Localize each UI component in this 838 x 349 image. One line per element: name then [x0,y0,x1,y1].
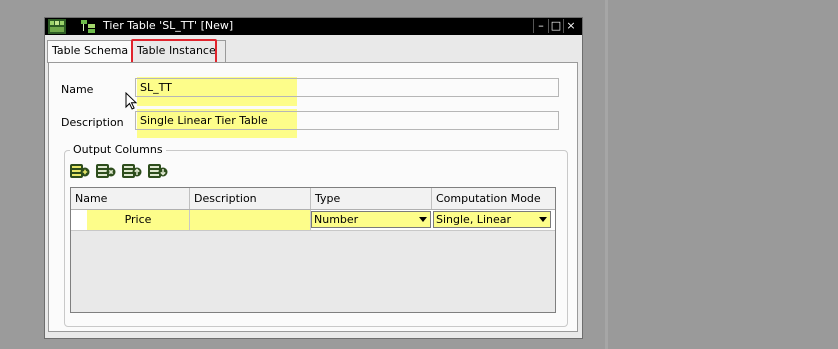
name-field[interactable]: SL_TT [135,78,559,97]
tier-table-icon [81,20,95,33]
columns-toolbar [70,163,168,181]
chevron-down-icon[interactable] [536,212,550,227]
close-button[interactable]: × [563,19,578,33]
output-columns-grid: Name Description Type Computation Mode P… [70,187,556,313]
col-header-description[interactable]: Description [190,188,311,209]
col-header-name[interactable]: Name [71,188,190,209]
background-panel [605,0,838,349]
description-label: Description [61,116,124,129]
title-bar[interactable]: Tier Table 'SL_TT' [New] – □ × [45,18,582,35]
tab-table-schema[interactable]: Table Schema [47,40,135,63]
app-icon [48,19,66,34]
type-select[interactable]: Number [311,211,431,228]
move-down-icon[interactable] [148,163,168,179]
col-header-computation-mode[interactable]: Computation Mode [432,188,555,209]
chevron-down-icon[interactable] [416,212,430,227]
table-row[interactable]: Price Number Single, Linear [71,210,555,231]
window-title: Tier Table 'SL_TT' [New] [103,19,234,32]
computation-mode-select[interactable]: Single, Linear [433,211,551,228]
maximize-button[interactable]: □ [548,19,563,33]
tab-highlight-outline [131,39,217,64]
grid-header: Name Description Type Computation Mode [71,188,555,210]
output-columns-title: Output Columns [70,143,166,156]
description-field[interactable]: Single Linear Tier Table [135,111,559,130]
row-description-cell[interactable] [190,210,311,230]
col-header-type[interactable]: Type [311,188,432,209]
mouse-cursor-icon [125,92,137,110]
type-value: Number [314,213,359,226]
tier-table-window: Tier Table 'SL_TT' [New] – □ × Table Sch… [44,17,583,339]
minimize-button[interactable]: – [533,19,548,33]
name-label: Name [61,83,94,96]
row-name-cell[interactable]: Price [87,210,190,230]
computation-mode-value: Single, Linear [436,213,511,226]
add-column-icon[interactable] [70,163,90,179]
delete-column-icon[interactable] [96,163,116,179]
move-up-icon[interactable] [122,163,142,179]
